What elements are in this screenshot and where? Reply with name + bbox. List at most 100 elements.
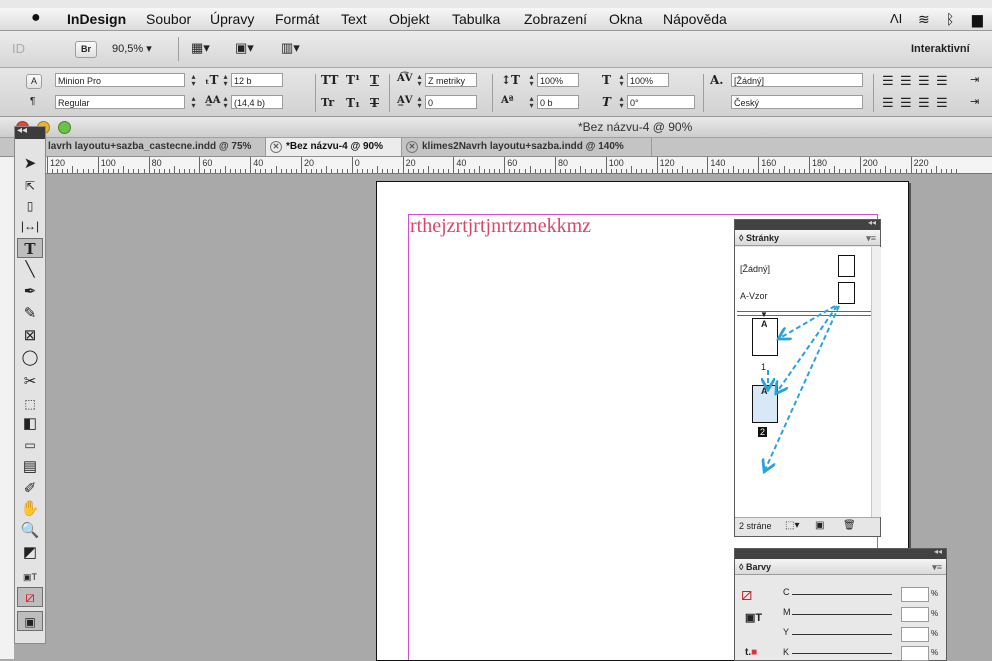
tab-document-3[interactable]: ✕ klimes2Navrh layoutu+sazba.indd @ 140% [402, 138, 652, 156]
subscript-icon[interactable]: T₁ [346, 96, 360, 110]
close-tab-icon[interactable]: ✕ [270, 141, 282, 153]
baseline-shift-stepper[interactable]: ▴ ▾ [527, 95, 536, 110]
menu-napoveda[interactable]: Nápověda [663, 11, 727, 27]
page-tool-icon[interactable]: ▯ [17, 196, 43, 216]
align-center-icon[interactable]: ☰ [900, 73, 912, 89]
pencil-tool-icon[interactable]: ✎ [17, 304, 43, 324]
selection-tool-icon[interactable]: ➤ [17, 154, 43, 174]
paragraph-controls-button[interactable]: ¶ [30, 96, 35, 107]
gradient-feather-tool-icon[interactable]: ▭ [17, 435, 43, 455]
display-icon[interactable]: ▆ [972, 11, 983, 28]
leading-stepper[interactable]: ▴ ▾ [221, 95, 230, 110]
formatting-container-icon[interactable]: ▣T [745, 611, 762, 624]
note-tool-icon[interactable]: ▤ [17, 457, 43, 477]
skew-stepper[interactable]: ▴ ▾ [617, 95, 626, 110]
menu-tabulka[interactable]: Tabulka [452, 11, 500, 27]
superscript-icon[interactable]: T¹ [346, 73, 360, 87]
arrange-documents-button[interactable]: ▥▾ [281, 40, 300, 56]
underline-icon[interactable]: T [370, 73, 379, 87]
tab-document-2[interactable]: ✕ *Bez názvu-4 @ 90% [266, 138, 402, 156]
menu-objekt[interactable]: Objekt [389, 11, 429, 27]
channel-c-field[interactable] [901, 587, 929, 602]
ellipse-tool-icon[interactable]: ◯ [17, 348, 43, 368]
horizontal-ruler[interactable]: 120 100 80 60 40 20 0 20 40 60 80 100 120 140 160 180 20… [44, 157, 992, 174]
hand-tool-icon[interactable]: ✋ [17, 499, 43, 519]
channel-m-field[interactable] [901, 607, 929, 622]
font-family-field[interactable]: Minion Pro [55, 73, 185, 87]
all-caps-icon[interactable]: TT [321, 73, 338, 87]
scissors-tool-icon[interactable]: ✂ [17, 372, 43, 392]
panel-menu-icon[interactable]: ▾≡ [932, 559, 942, 575]
view-options-button[interactable]: ▦▾ [191, 40, 210, 56]
baseline-shift-field[interactable]: 0 b [537, 95, 579, 109]
menu-soubor[interactable]: Soubor [146, 11, 191, 27]
skew-field[interactable]: 0° [627, 95, 695, 109]
document-text-frame[interactable]: rthejzrtjrtjnrtzmekkmz [410, 215, 591, 238]
adobe-cs-icon[interactable]: ΛΙ [890, 11, 902, 26]
tracking-stepper[interactable]: ▴ ▾ [415, 95, 424, 110]
apply-none-icon[interactable]: ⧄ [17, 587, 43, 607]
first-line-indent-icon[interactable]: ⇥ [970, 95, 979, 108]
left-indent-icon[interactable]: ⇥ [970, 73, 979, 86]
align-towards-spine-icon[interactable]: ☰ [936, 73, 948, 89]
menu-okna[interactable]: Okna [609, 11, 642, 27]
leading-field[interactable]: (14,4 b) [231, 95, 283, 109]
zoom-tool-icon[interactable]: 🔍 [17, 521, 43, 541]
zoom-window-button[interactable] [58, 121, 71, 134]
bridge-button[interactable]: Br [75, 41, 97, 58]
align-right-icon[interactable]: ☰ [918, 73, 930, 89]
screen-mode-button[interactable]: ▣▾ [235, 40, 254, 56]
strikethrough-icon[interactable]: T [370, 96, 379, 110]
menu-zobrazeni[interactable]: Zobrazení [524, 11, 587, 27]
gradient-swatch-tool-icon[interactable]: ◧ [17, 414, 43, 434]
font-style-field[interactable]: Regular [55, 95, 185, 109]
direct-selection-tool-icon[interactable]: ⇱ [17, 176, 43, 196]
character-style-field[interactable]: [Žádný] [731, 73, 863, 87]
vertical-scale-field[interactable]: 100% [537, 73, 579, 87]
collapse-arrows-icon[interactable]: ◂◂ [17, 125, 27, 136]
channel-y-field[interactable] [901, 627, 929, 642]
type-tool-icon[interactable]: T [17, 238, 43, 258]
channel-m-slider[interactable] [792, 614, 892, 615]
language-field[interactable]: Český [731, 95, 863, 109]
fill-stroke-swatch-icon[interactable]: ◩ [17, 543, 43, 563]
horizontal-scale-field[interactable]: 100% [627, 73, 669, 87]
justify-right-icon[interactable]: ☰ [918, 95, 930, 111]
swatches-panel-header[interactable]: ◂◂ [735, 547, 946, 559]
pen-tool-icon[interactable]: ✒ [17, 282, 43, 302]
justify-left-icon[interactable]: ☰ [882, 95, 894, 111]
channel-k-slider[interactable] [792, 653, 892, 654]
apple-icon[interactable]: ● [31, 9, 41, 27]
line-tool-icon[interactable]: ╲ [17, 260, 43, 280]
font-size-field[interactable]: 12 b [231, 73, 283, 87]
formatting-affects-icon[interactable]: ▣T [17, 567, 43, 587]
tint-swatch-icon[interactable]: t.■ [745, 647, 757, 658]
rectangle-frame-tool-icon[interactable]: ⊠ [17, 326, 43, 346]
menu-format[interactable]: Formát [275, 11, 319, 27]
screen-mode-icon[interactable]: ▣ [17, 611, 43, 631]
vertical-ruler[interactable] [0, 157, 15, 659]
horizontal-scale-stepper[interactable]: ▴ ▾ [617, 73, 626, 88]
zoom-dropdown[interactable]: 90,5% ▾ [112, 42, 152, 55]
gap-tool-icon[interactable]: |↔| [17, 216, 43, 236]
eyedropper-tool-icon[interactable]: ✐ [17, 479, 43, 499]
kerning-field[interactable]: Z metriky [425, 73, 477, 87]
fill-stroke-icon[interactable]: ⧄ [741, 583, 763, 605]
collapse-arrows-icon[interactable]: ◂◂ [934, 547, 942, 556]
menu-app-name[interactable]: InDesign [67, 11, 126, 27]
channel-y-slider[interactable] [792, 634, 892, 635]
align-left-icon[interactable]: ☰ [882, 73, 894, 89]
close-tab-icon[interactable]: ✕ [406, 141, 418, 153]
swatches-panel-tab[interactable]: ◊ Barvy ▾≡ [735, 559, 946, 575]
justify-center-icon[interactable]: ☰ [900, 95, 912, 111]
tab-document-1[interactable]: lavrh layoutu+sazba_castecne.indd @ 75% [44, 138, 266, 156]
bluetooth-icon[interactable]: ᛒ [946, 11, 954, 27]
small-caps-icon[interactable]: Tr [321, 96, 334, 109]
font-style-dropdown-icon[interactable]: ▴ ▾ [189, 95, 198, 110]
tools-panel-header[interactable]: ◂◂ [15, 125, 45, 139]
menu-upravy[interactable]: Úpravy [210, 11, 254, 27]
vertical-scale-stepper[interactable]: ▴ ▾ [527, 73, 536, 88]
character-controls-button[interactable]: A [26, 74, 42, 89]
kerning-stepper[interactable]: ▴ ▾ [415, 73, 424, 88]
wifi-icon[interactable]: ≋ [918, 11, 930, 28]
